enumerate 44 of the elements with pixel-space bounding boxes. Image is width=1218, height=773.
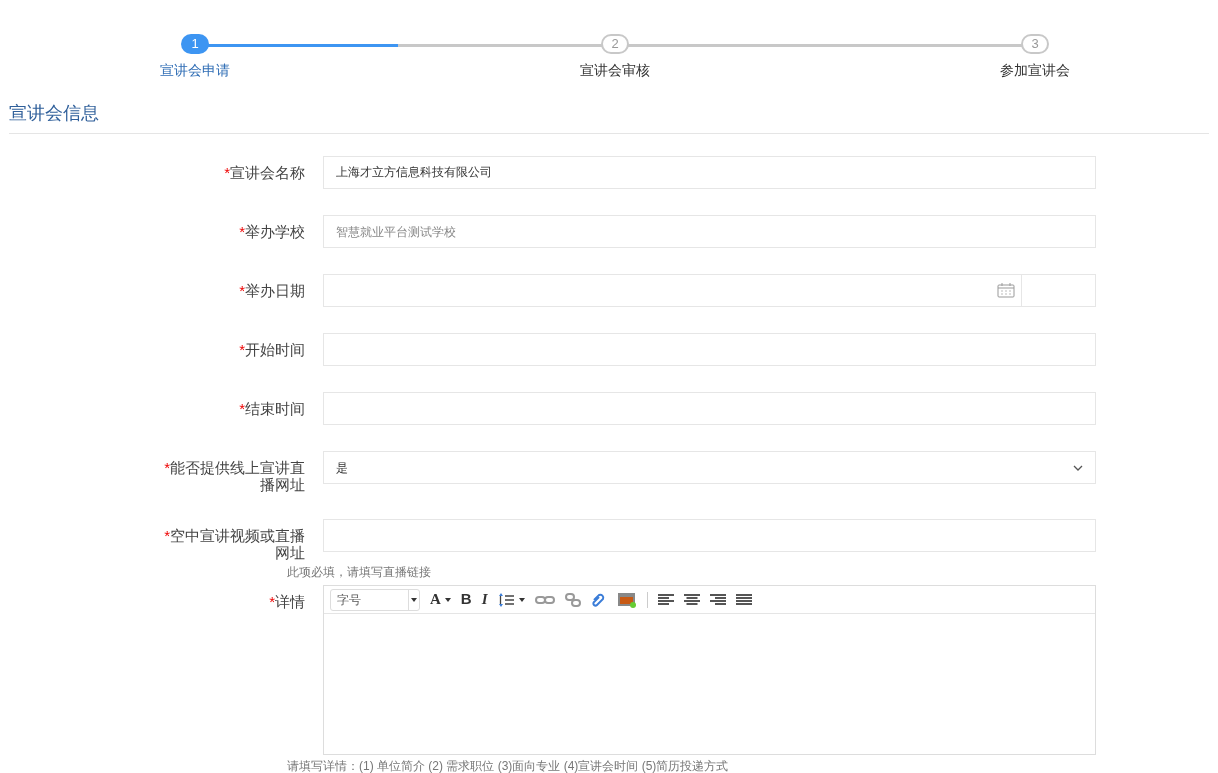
field-label: *举办学校 <box>238 222 305 240</box>
step-label: 参加宣讲会 <box>1000 61 1070 80</box>
input-field[interactable] <box>323 333 1096 366</box>
align-center-icon[interactable] <box>683 593 700 606</box>
field-label: *开始时间 <box>238 340 305 358</box>
paperclip-icon[interactable] <box>590 591 607 608</box>
step-number: 3 <box>1021 34 1049 54</box>
step-number: 1 <box>181 34 209 54</box>
field-label: *结束时间 <box>238 399 305 417</box>
input-field[interactable] <box>323 392 1096 425</box>
section-title: 宣讲会信息 <box>9 102 100 125</box>
caret-icon <box>518 597 525 602</box>
font-color-button[interactable]: A <box>430 588 451 611</box>
time-field[interactable] <box>1022 274 1096 307</box>
image-icon[interactable] <box>616 591 637 608</box>
input-field[interactable] <box>323 519 1096 552</box>
link-icon[interactable] <box>534 594 555 605</box>
field-label: *宣讲会名称 <box>223 163 305 181</box>
select-field[interactable]: 是 <box>323 451 1096 484</box>
align-left-icon[interactable] <box>657 593 674 606</box>
field-hint: 此项必填，请填写直播链接 <box>287 564 432 581</box>
field-label: *举办日期 <box>238 281 305 299</box>
chevron-down-icon <box>1073 464 1083 471</box>
caret-icon <box>444 597 451 602</box>
caret-icon <box>411 597 417 602</box>
line-height-button[interactable] <box>497 592 525 607</box>
field-label: *空中宣讲视频或直播网址 <box>163 526 305 561</box>
italic-button[interactable]: I <box>481 588 488 611</box>
field-label: *能否提供线上宣讲直播网址 <box>163 458 305 493</box>
input-field[interactable]: 智慧就业平台测试学校 <box>323 215 1096 248</box>
align-justify-icon[interactable] <box>735 593 752 606</box>
step-label: 宣讲会申请 <box>160 61 230 80</box>
date-field[interactable] <box>323 274 1022 307</box>
step-label: 宣讲会审核 <box>580 61 650 80</box>
field-label: *详情 <box>268 592 305 610</box>
input-field[interactable]: 上海才立方信息科技有限公司 <box>323 156 1096 189</box>
field-hint: 请填写详情：(1) 单位简介 (2) 需求职位 (3)面向专业 (4)宣讲会时间 (5)简历投递方式 <box>287 758 730 773</box>
rich-text-editor[interactable]: 字号 A B I <box>323 585 1096 755</box>
font-size-select[interactable]: 字号 <box>330 588 420 611</box>
step-number: 2 <box>601 34 629 54</box>
calendar-icon[interactable] <box>997 283 1015 298</box>
unlink-icon[interactable] <box>564 592 581 607</box>
align-right-icon[interactable] <box>709 593 726 606</box>
bold-button[interactable]: B <box>460 588 472 611</box>
